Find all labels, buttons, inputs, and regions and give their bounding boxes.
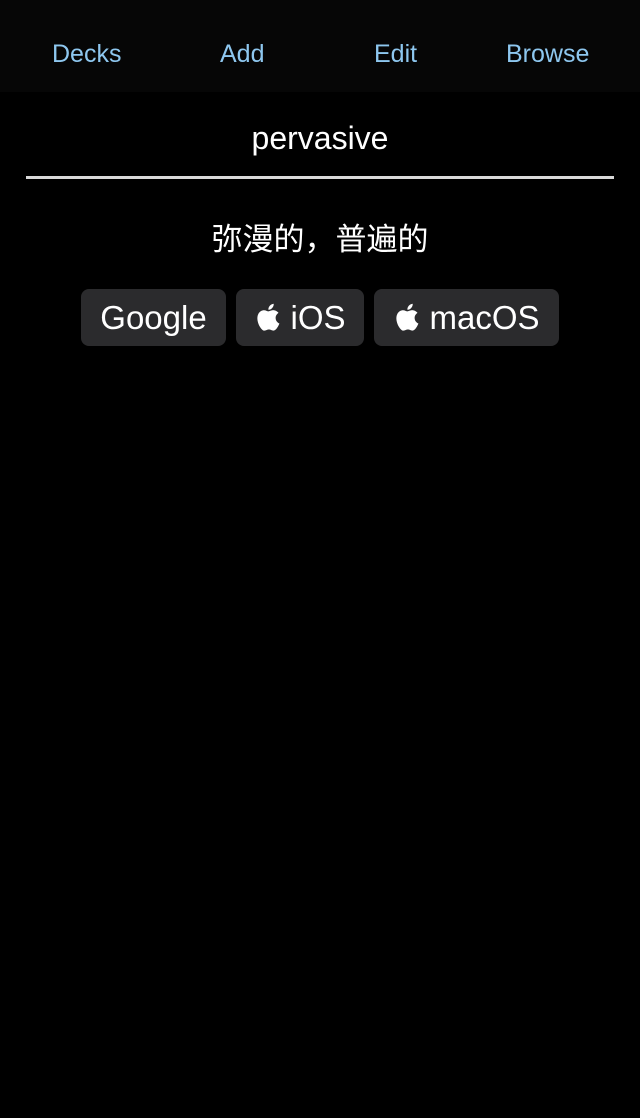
apple-icon — [393, 302, 419, 332]
google-lookup-button[interactable]: Google — [81, 289, 226, 346]
apple-icon — [254, 302, 280, 332]
card-back-text: 弥漫的，普遍的 — [211, 222, 429, 258]
ios-button-label: iOS — [290, 299, 346, 336]
ios-lookup-button[interactable]: iOS — [236, 289, 364, 346]
card-divider — [26, 176, 614, 179]
macos-button-label: macOS — [429, 299, 540, 336]
top-nav-bar: Decks Add Edit Browse — [0, 0, 640, 92]
card-front-text: pervasive — [251, 120, 389, 156]
macos-lookup-button[interactable]: macOS — [374, 289, 559, 346]
add-button[interactable]: Add — [220, 38, 264, 70]
decks-button[interactable]: Decks — [52, 38, 121, 70]
google-button-label: Google — [100, 299, 207, 336]
browse-button[interactable]: Browse — [506, 38, 589, 70]
edit-button[interactable]: Edit — [374, 38, 417, 70]
